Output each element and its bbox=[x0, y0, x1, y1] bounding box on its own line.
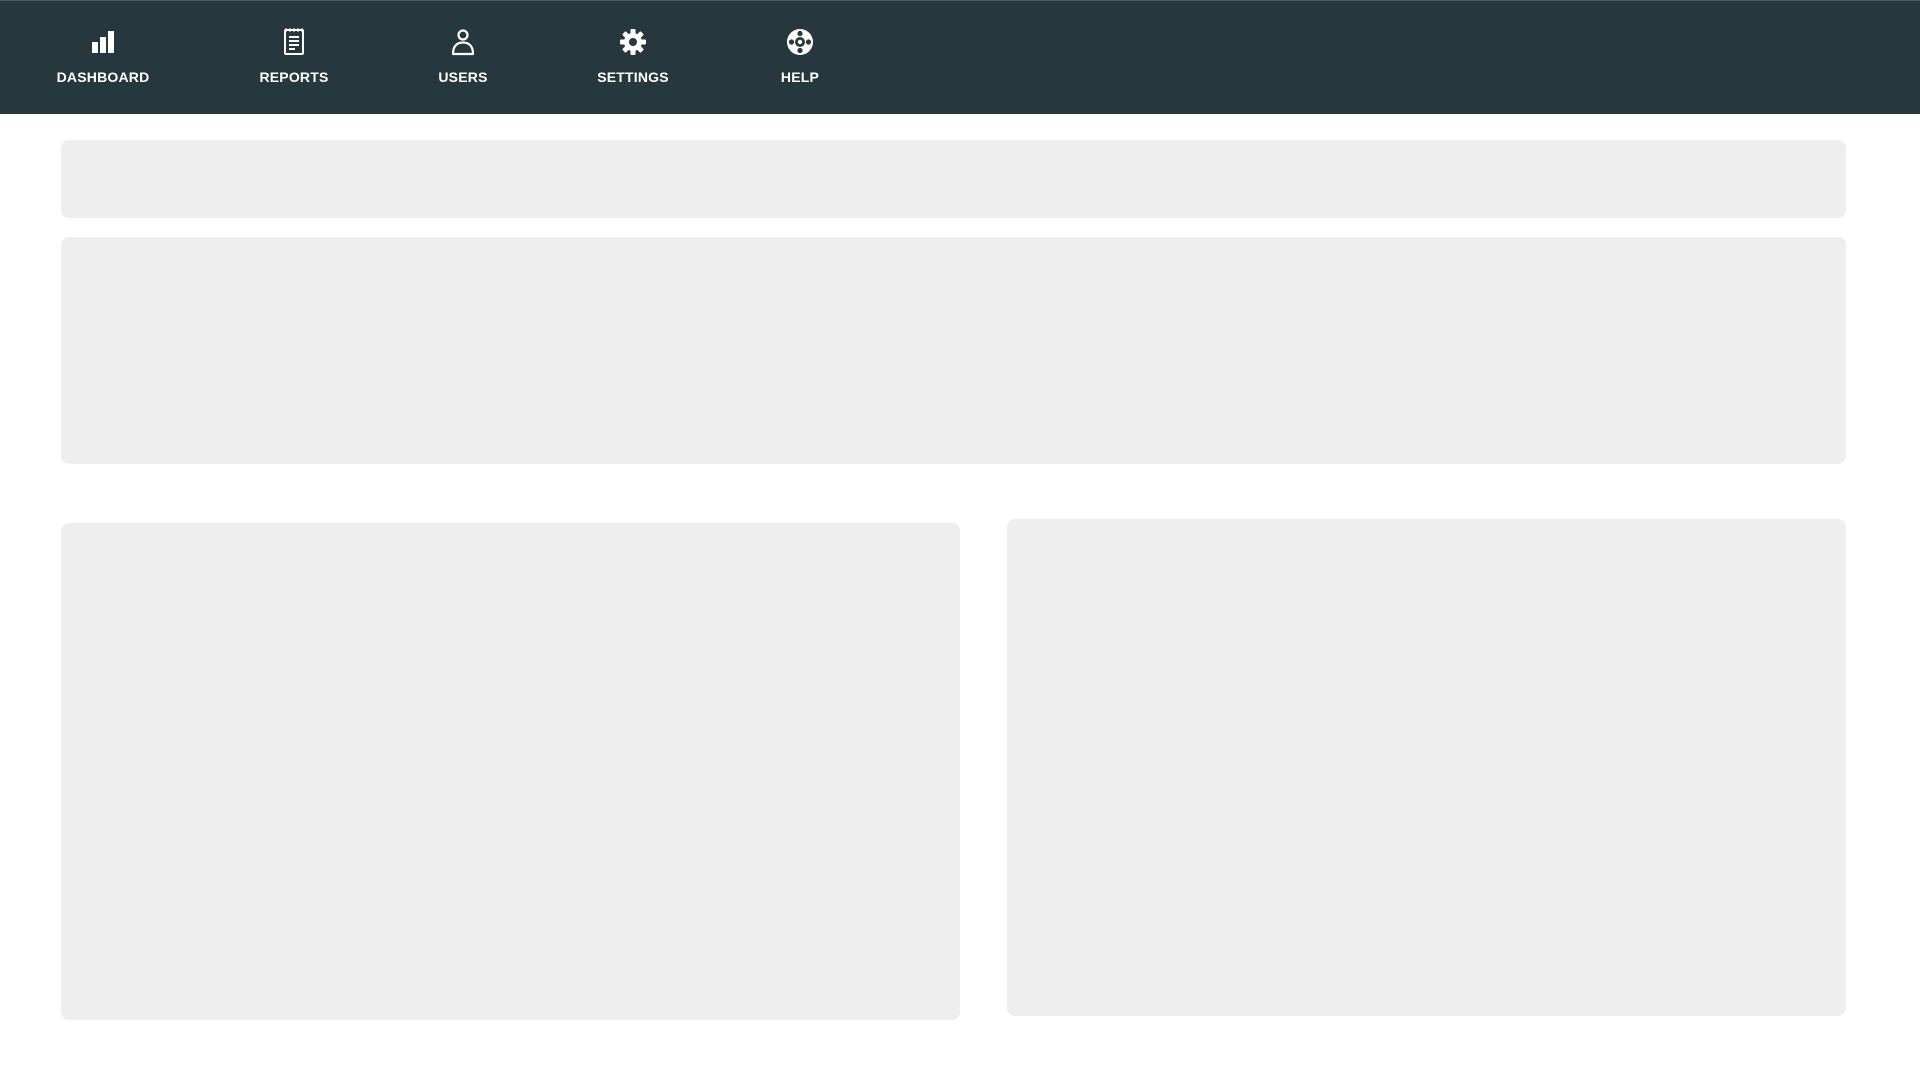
top-navigation-bar: DASHBOARD REPORTS USERS SETTINGS HELP bbox=[0, 0, 1920, 114]
report-document-icon bbox=[279, 27, 309, 57]
nav-item-help[interactable]: HELP bbox=[760, 1, 840, 115]
lifebuoy-icon bbox=[785, 27, 815, 57]
nav-item-label: HELP bbox=[780, 69, 820, 85]
nav-item-label: SETTINGS bbox=[597, 69, 669, 85]
placeholder-panel-top bbox=[61, 140, 1846, 218]
nav-item-label: REPORTS bbox=[259, 69, 329, 85]
nav-item-dashboard[interactable]: DASHBOARD bbox=[55, 1, 151, 115]
nav-item-label: DASHBOARD bbox=[56, 69, 150, 85]
nav-item-reports[interactable]: REPORTS bbox=[254, 1, 334, 115]
user-icon bbox=[448, 27, 478, 57]
nav-item-settings[interactable]: SETTINGS bbox=[593, 1, 673, 115]
bar-chart-icon bbox=[88, 27, 118, 57]
placeholder-panel-right bbox=[1007, 519, 1846, 1016]
gear-icon bbox=[618, 27, 648, 57]
placeholder-panel-wide bbox=[61, 237, 1846, 464]
placeholder-panel-left bbox=[61, 523, 960, 1020]
nav-item-label: USERS bbox=[438, 69, 488, 85]
nav-item-users[interactable]: USERS bbox=[423, 1, 503, 115]
